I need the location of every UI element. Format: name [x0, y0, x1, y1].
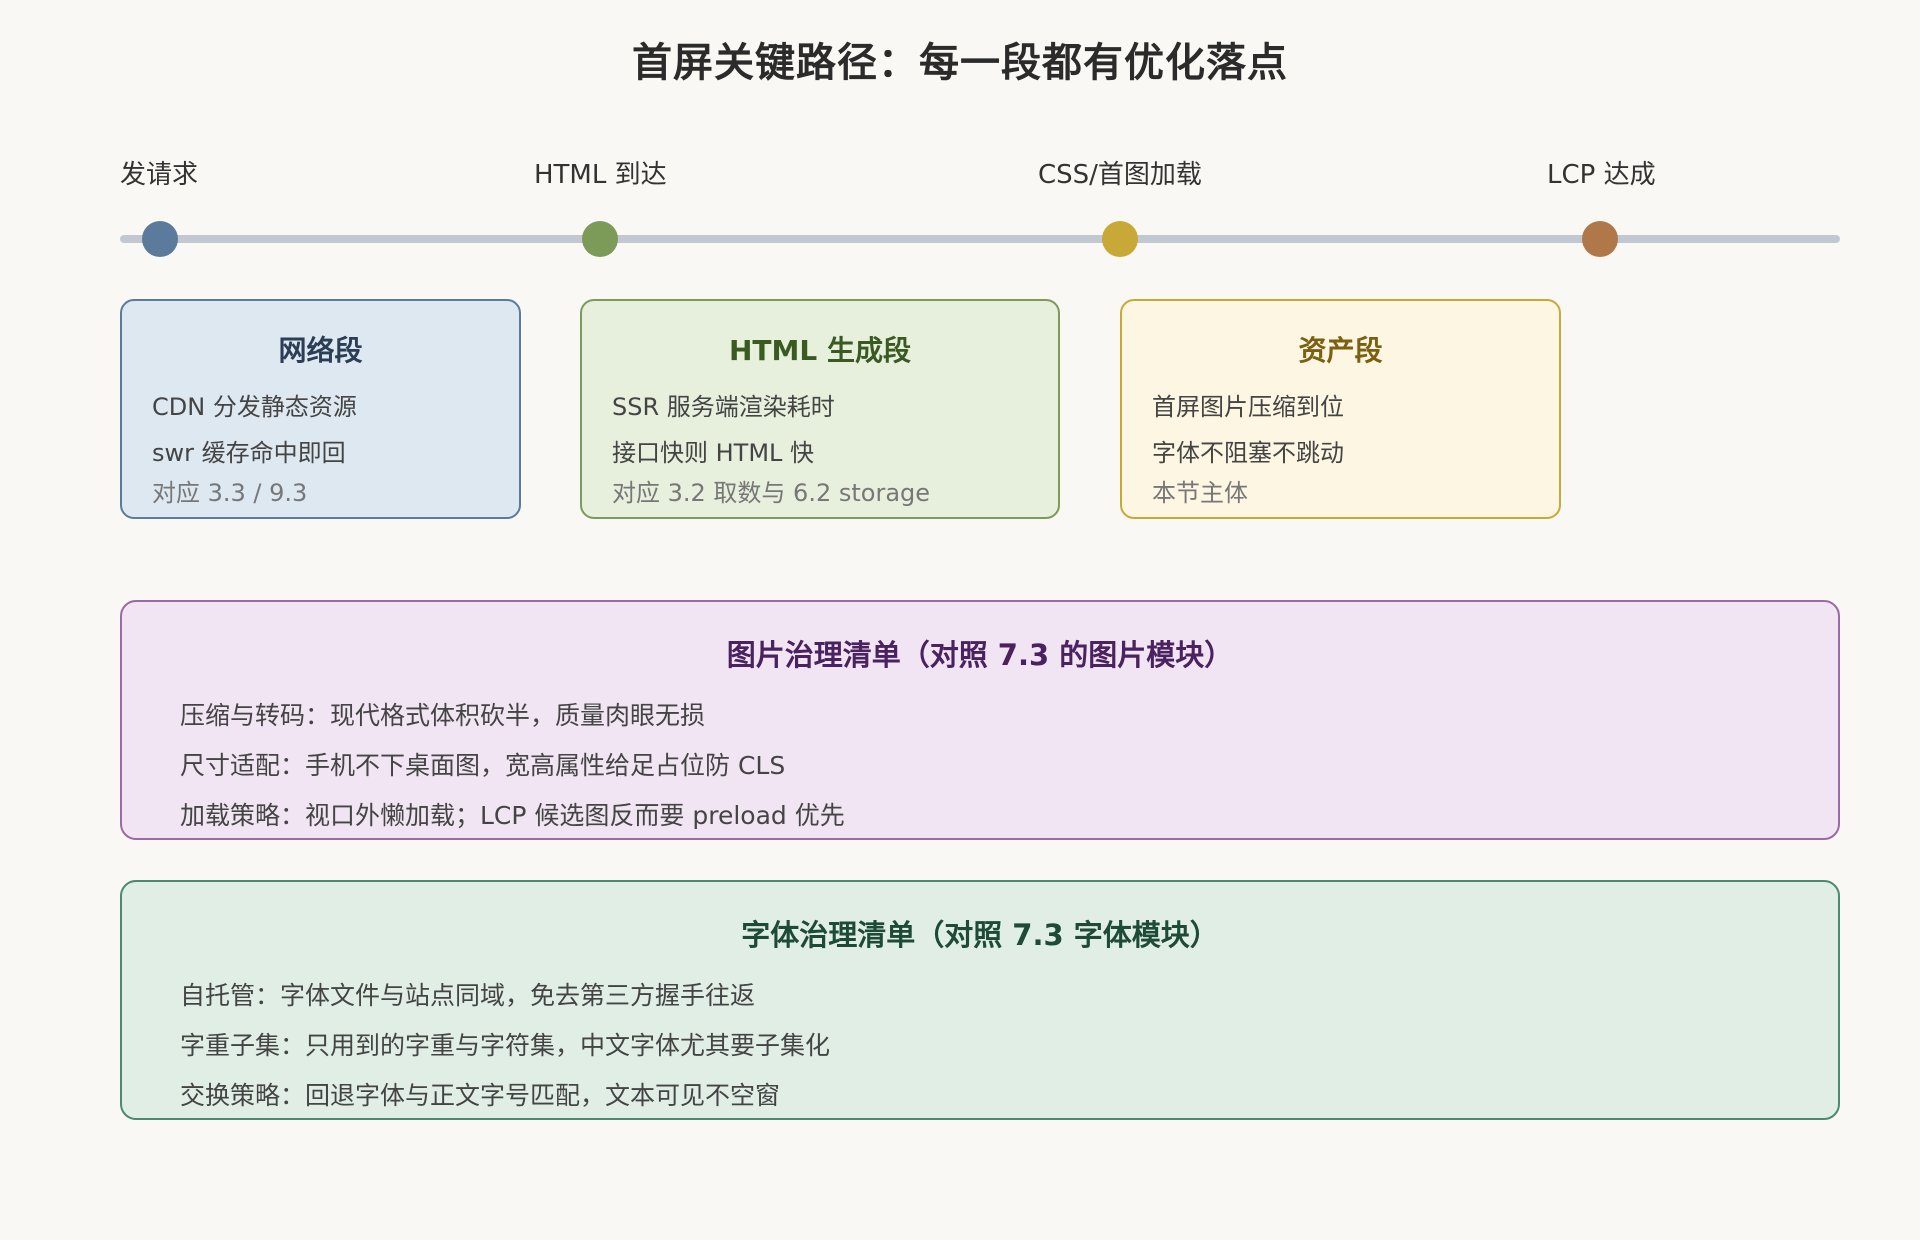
- segment-note: 本节主体: [1152, 479, 1248, 507]
- timeline-dot-html-arrive: [582, 221, 618, 257]
- segment-note: 对应 3.2 取数与 6.2 storage: [612, 479, 931, 507]
- checklist-item: 字重子集：只用到的字重与字符集，中文字体尤其要子集化: [180, 1031, 831, 1060]
- segment-title: 网络段: [278, 334, 363, 367]
- checklist-item: 压缩与转码：现代格式体积砍半，质量肉眼无损: [180, 701, 706, 730]
- checklist-title: 字体治理清单（对照 7.3 字体模块）: [741, 918, 1219, 952]
- timeline-dot-lcp: [1582, 221, 1618, 257]
- segment-html: HTML 生成段 SSR 服务端渲染耗时 接口快则 HTML 快 对应 3.2 …: [580, 299, 1060, 519]
- segment-line: 首屏图片压缩到位: [1152, 393, 1344, 421]
- checklist-title: 图片治理清单（对照 7.3 的图片模块）: [726, 638, 1234, 672]
- checklist-item: 交换策略：回退字体与正文字号匹配，文本可见不空窗: [180, 1081, 781, 1110]
- checklist-fonts: 字体治理清单（对照 7.3 字体模块） 自托管：字体文件与站点同域，免去第三方握…: [120, 880, 1840, 1120]
- segment-network: 网络段 CDN 分发静态资源 swr 缓存命中即回 对应 3.3 / 9.3: [120, 299, 521, 519]
- checklist-images: 图片治理清单（对照 7.3 的图片模块） 压缩与转码：现代格式体积砍半，质量肉眼…: [120, 600, 1840, 840]
- stage-label-request: 发请求: [120, 160, 199, 190]
- segment-assets: 资产段 首屏图片压缩到位 字体不阻塞不跳动 本节主体: [1120, 299, 1561, 519]
- stage-label-lcp: LCP 达成: [1547, 160, 1656, 190]
- segment-line: 字体不阻塞不跳动: [1152, 439, 1344, 467]
- segment-line: 接口快则 HTML 快: [612, 439, 815, 467]
- stage-label-css-image: CSS/首图加载: [1038, 160, 1202, 190]
- page-title: 首屏关键路径：每一段都有优化落点: [632, 40, 1288, 86]
- segment-title: 资产段: [1298, 334, 1383, 367]
- checklist-item: 自托管：字体文件与站点同域，免去第三方握手往返: [180, 981, 756, 1010]
- segment-line: SSR 服务端渲染耗时: [612, 393, 835, 421]
- segment-line: swr 缓存命中即回: [152, 439, 346, 467]
- stage-label-html-arrive: HTML 到达: [534, 160, 667, 190]
- checklist-item: 加载策略：视口外懒加载；LCP 候选图反而要 preload 优先: [180, 801, 845, 830]
- segment-title: HTML 生成段: [729, 334, 911, 367]
- checklist-item: 尺寸适配：手机不下桌面图，宽高属性给足占位防 CLS: [180, 751, 786, 780]
- segment-note: 对应 3.3 / 9.3: [152, 479, 308, 507]
- timeline-dot-request: [142, 221, 178, 257]
- timeline-dot-css-image: [1102, 221, 1138, 257]
- segment-line: CDN 分发静态资源: [152, 393, 357, 421]
